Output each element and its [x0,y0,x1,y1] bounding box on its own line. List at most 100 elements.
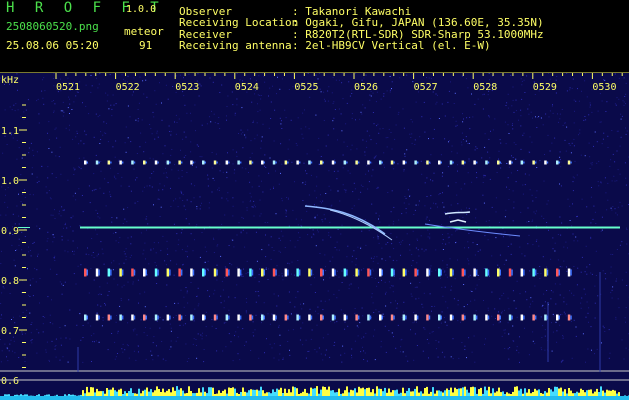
pulse-mark [485,268,488,277]
noise-dot [614,180,616,182]
noise-dot [581,256,583,258]
noise-dot [175,315,177,316]
noise-dot [67,251,69,253]
pulse-mark [402,268,406,277]
pulse-shadow [121,315,124,320]
pulse-mark [556,160,559,165]
noise-dot [391,81,393,83]
noise-dot [81,195,83,196]
pulse-shadow [570,269,572,276]
noise-dot [411,295,413,297]
noise-dot [125,126,127,128]
noise-dot [409,133,411,135]
noise-dot [291,261,293,263]
noise-dot [48,359,50,361]
noise-dot [416,321,417,323]
noise-dot [347,325,349,327]
noise-dot [410,137,412,138]
noise-dot [49,197,51,199]
noise-dot [572,176,574,178]
noise-dot [162,235,164,237]
noise-dot [501,310,503,312]
noise-dot [512,290,514,292]
noise-dot [174,164,176,166]
noise-dot [53,73,55,75]
noise-dot [607,135,609,137]
noise-dot [234,335,235,337]
noise-dot [392,259,394,261]
noise-dot [501,335,503,337]
noise-dot [412,230,414,232]
noise-dot [431,310,432,312]
noise-dot [475,221,477,223]
pulse-shadow [334,161,336,164]
noise-dot [600,182,602,184]
noise-dot [333,101,335,103]
noise-dot [51,340,53,342]
noise-dot [201,335,203,337]
noise-dot [123,78,124,80]
pulse-mark [284,160,288,165]
noise-dot [521,98,523,100]
noise-dot [1,292,3,294]
noise-dot [484,146,486,148]
noise-dot [254,138,256,140]
noise-dot [59,210,60,212]
noise-dot [348,81,350,83]
noise-dot [342,345,344,347]
noise-dot [240,129,242,131]
noise-dot [559,113,561,115]
noise-dot [474,299,476,301]
noise-dot [192,343,194,345]
noise-dot [324,300,326,302]
noise-dot [41,90,43,92]
noise-dot [610,253,612,255]
noise-dot [460,141,462,143]
noise-dot [405,197,407,199]
noise-dot [580,154,582,156]
pulse-mark [84,314,87,321]
noise-dot [112,269,114,271]
pulse-mark [508,160,512,165]
pulse-shadow [263,315,265,320]
noise-dot [322,309,324,311]
noise-dot [604,331,606,332]
noise-dot [185,287,187,288]
pulse-mark [355,314,358,321]
noise-dot [52,234,54,235]
noise-dot [327,290,329,292]
noise-dot [156,265,157,267]
noise-dot [153,248,154,250]
x-tick-label: 0523 [175,82,199,93]
noise-dot [276,305,278,307]
noise-dot [532,244,534,246]
noise-dot [315,245,317,247]
pulse-shadow [204,161,206,164]
pulse-mark [379,160,382,165]
noise-dot [252,331,254,333]
noise-dot [561,313,563,315]
noise-dot [340,233,342,235]
noise-dot [508,166,510,168]
noise-dot [46,341,48,343]
noise-dot [211,325,213,327]
noise-dot [186,112,188,114]
noise-dot [498,150,500,152]
noise-dot [264,352,265,354]
noise-dot [168,125,170,127]
noise-dot [491,206,493,208]
noise-dot [491,255,493,257]
noise-dot [395,347,397,349]
noise-dot [447,307,449,309]
noise-dot [400,254,401,256]
noise-dot [133,77,135,79]
noise-dot [491,291,493,293]
noise-dot [97,304,99,306]
noise-dot [503,292,505,294]
noise-dot [279,88,281,90]
noise-dot [460,321,461,323]
noise-dot [232,205,234,207]
noise-dot [441,286,443,288]
noise-dot [334,247,336,248]
noise-dot [464,345,466,347]
